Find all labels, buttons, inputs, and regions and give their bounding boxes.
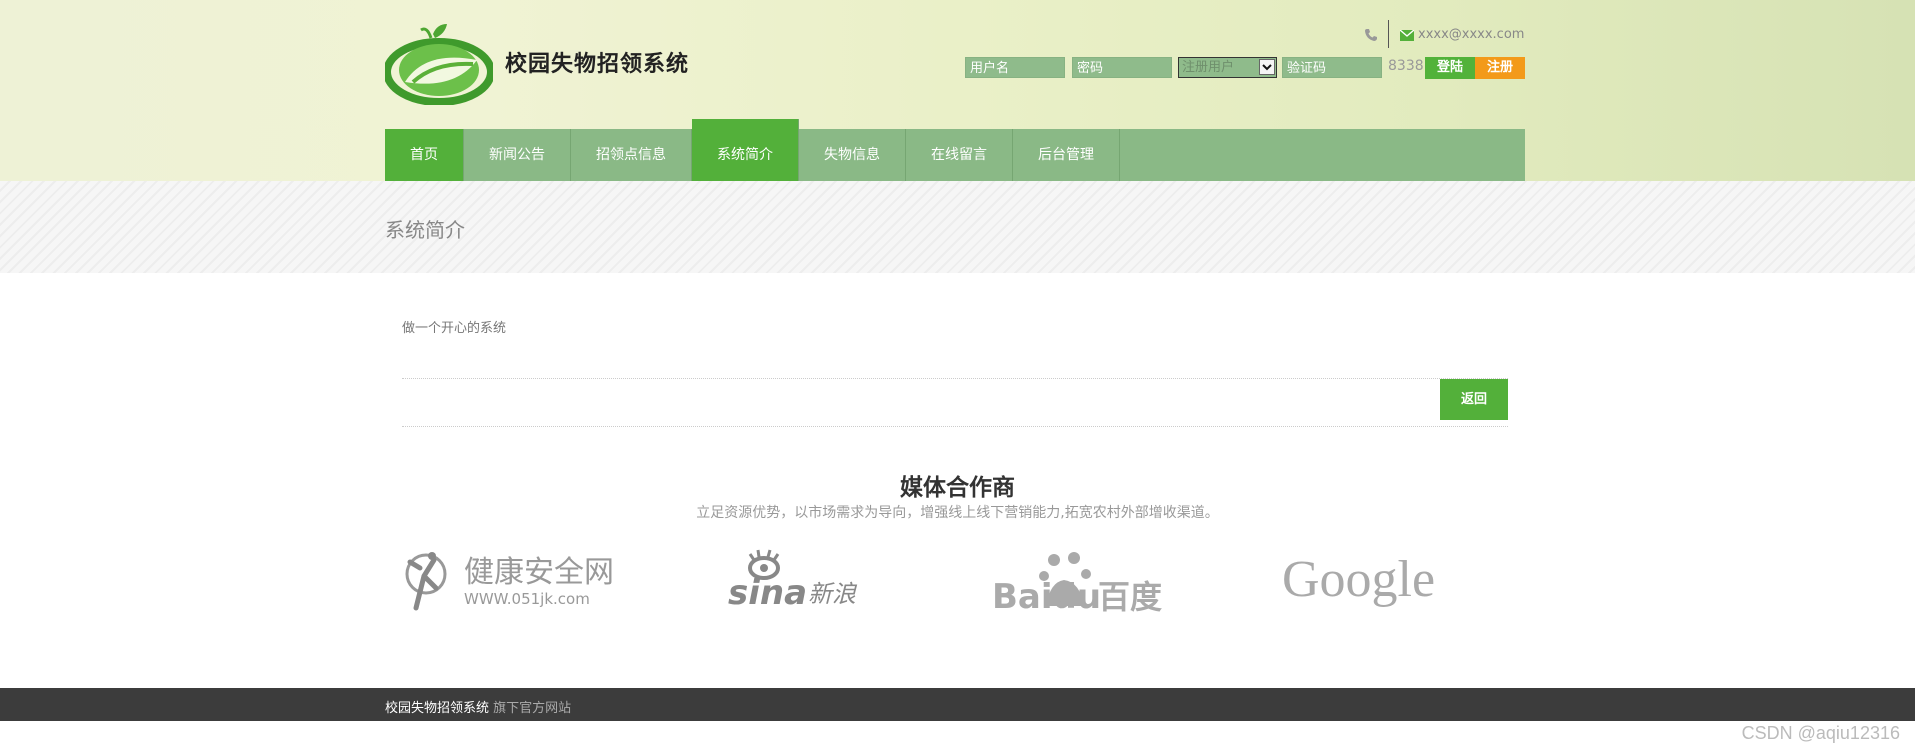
username-input[interactable]: 用户名 [965,57,1065,78]
header: 校园失物招领系统 xxxx@xxxx.com 用户名 密码 注册用户 验证码 8… [0,0,1915,181]
partners-title: 媒体合作商 [900,475,1015,501]
nav-item-messages[interactable]: 在线留言 [906,129,1013,181]
footer-site-name[interactable]: 校园失物招领系统 [385,701,489,716]
nav-item-news[interactable]: 新闻公告 [464,129,571,181]
nav-item-admin[interactable]: 后台管理 [1013,129,1120,181]
site-title: 校园失物招领系统 [505,52,690,77]
apple-logo-icon [385,24,493,105]
mail-icon [1400,30,1414,41]
baidu-logo[interactable]: Baidu 百度 [992,548,1172,612]
captcha-code[interactable]: 8338 [1388,58,1424,74]
nav-item-home[interactable]: 首页 [385,129,464,181]
captcha-input[interactable]: 验证码 [1282,57,1382,78]
footer-tagline: 旗下官方网站 [493,701,572,716]
sina-logo-subtext: 新浪 [808,580,858,608]
nav-item-lost-items[interactable]: 失物信息 [799,129,906,181]
page-title: 系统简介 [385,218,465,242]
partners-subtitle: 立足资源优势，以市场需求为导向，增强线上线下营销能力,拓宽农村外部增收渠道。 [696,505,1219,521]
register-button[interactable]: 注册 [1475,57,1525,79]
role-select[interactable]: 注册用户 [1178,57,1277,78]
password-input[interactable]: 密码 [1072,57,1172,78]
jiankang-logo-text: 健康安全网 [464,555,614,590]
nav-item-claim-points[interactable]: 招领点信息 [571,129,692,181]
email-link[interactable]: xxxx@xxxx.com [1418,27,1524,42]
jiankang-logo[interactable]: 健康安全网 WWW.051jk.com [402,548,622,612]
footer: 校园失物招领系统 旗下官方网站 [0,688,1915,721]
role-select-value: 注册用户 [1182,60,1235,75]
google-logo-text: Google [1282,551,1435,608]
sina-logo[interactable]: sina 新浪 [728,548,868,612]
csdn-watermark: CSDN @aqiu12316 [1741,723,1900,743]
baidu-logo-text: Baidu [992,577,1101,612]
nav-item-about[interactable]: 系统简介 [692,119,799,181]
intro-text: 做一个开心的系统 [402,321,507,336]
main-nav: 首页 新闻公告 招领点信息 系统简介 失物信息 在线留言 后台管理 [385,119,1525,181]
login-button[interactable]: 登陆 [1425,57,1475,79]
divider-bottom [402,426,1508,427]
phone-icon [1365,29,1377,41]
page-banner: 系统简介 [0,181,1915,273]
jiankang-logo-subtext: WWW.051jk.com [464,590,590,608]
sina-logo-text: sina [728,573,807,612]
contact-divider [1388,20,1389,48]
chevron-down-icon [1259,59,1275,75]
back-button[interactable]: 返回 [1440,379,1508,420]
divider-top [402,378,1508,379]
baidu-logo-subtext: 百度 [1098,578,1162,612]
site-logo[interactable]: 校园失物招领系统 [385,20,715,105]
footer-text: 校园失物招领系统 旗下官方网站 [385,697,571,716]
google-logo[interactable]: Google [1282,546,1452,612]
